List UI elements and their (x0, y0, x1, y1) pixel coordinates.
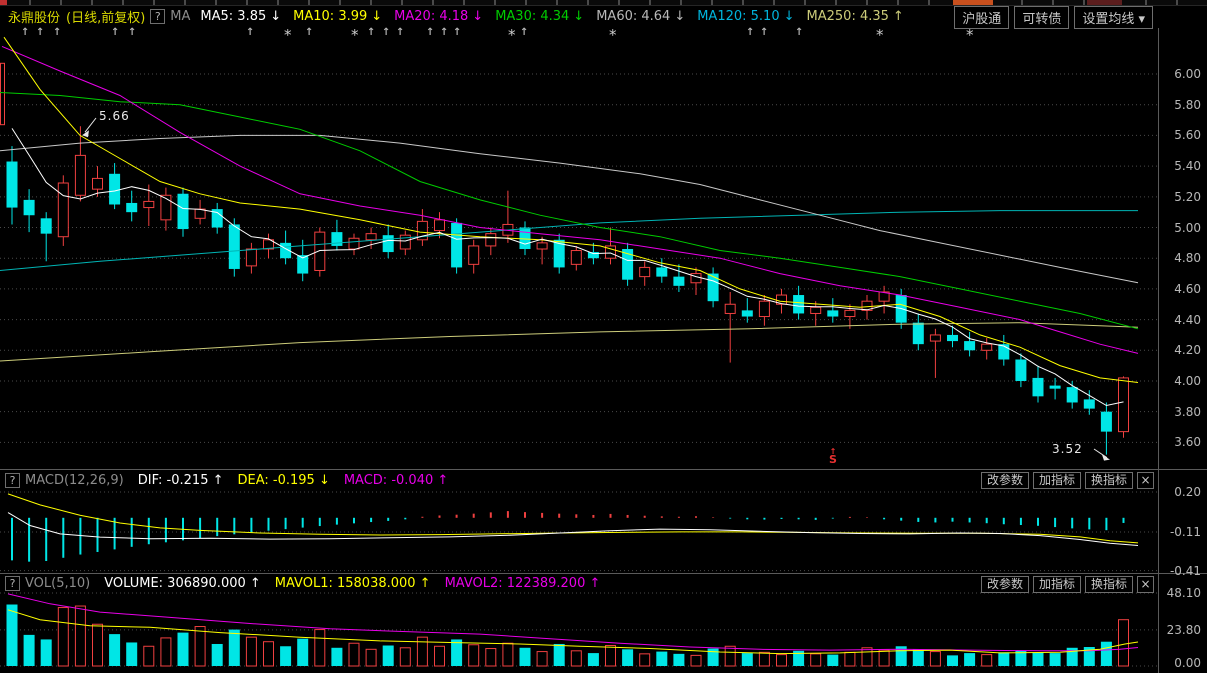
macd-axis-label: -0.41 (1170, 564, 1201, 578)
panel-button[interactable]: 加指标 (1033, 576, 1081, 593)
price-axis-label: 3.80 (1174, 405, 1201, 419)
event-arrow-icon: ↑ (382, 27, 390, 38)
high-price-annotation: 5.66 (99, 109, 130, 123)
price-axis-label: 6.00 (1174, 67, 1201, 81)
event-arrow-icon: ↑ (426, 27, 434, 38)
panel-button[interactable]: 换指标 (1085, 472, 1133, 489)
macd-stats: DIF: -0.215 ↑ DEA: -0.195 ↓ MACD: -0.040 ↑ (138, 473, 463, 488)
macd-panel-header: ? MACD(12,26,9) DIF: -0.215 ↑ DEA: -0.195… (0, 471, 1158, 489)
vol-axis-label: 0.00 (1174, 656, 1201, 670)
event-arrow-icon: ↑ (128, 27, 136, 38)
event-arrow-icon: ↑ (746, 27, 754, 38)
macd-histogram[interactable] (8, 494, 1138, 562)
event-arrow-icon: ↑ (53, 27, 61, 38)
panel-button[interactable]: 加指标 (1033, 472, 1081, 489)
vol-indicator-title: VOL(5,10) (25, 576, 90, 591)
vol-axis-label: 48.10 (1167, 586, 1201, 600)
price-axis-label: 4.80 (1174, 251, 1201, 265)
event-arrow-icon: ↑ (520, 27, 528, 38)
event-arrow-icon: ↑ (795, 27, 803, 38)
macd-axis-label: -0.11 (1170, 525, 1201, 539)
price-axis-label: 5.00 (1174, 221, 1201, 235)
price-axis-label: 5.20 (1174, 190, 1201, 204)
help-icon[interactable]: ? (5, 473, 20, 488)
vol-stats: VOLUME: 306890.000 ↑ MAVOL1: 158038.000 ↑… (104, 576, 614, 591)
event-arrow-icon: ↑ (760, 27, 768, 38)
low-price-annotation: 3.52 (1052, 442, 1083, 456)
price-axis-label: 3.60 (1174, 435, 1201, 449)
event-arrow-icon: ↑ (367, 27, 375, 38)
help-icon[interactable]: ? (5, 576, 20, 591)
indicator-value: DIF: -0.215 ↑ (138, 473, 224, 488)
macd-axis-label: 0.20 (1174, 485, 1201, 499)
price-axis-label: 4.40 (1174, 313, 1201, 327)
event-star-icon: * (609, 26, 617, 44)
macd-panel-buttons: 改参数加指标换指标× (981, 472, 1154, 489)
chart-canvas[interactable] (0, 0, 1207, 673)
event-arrow-icon: ↑ (21, 27, 29, 38)
event-arrow-icon: ↑ (36, 27, 44, 38)
vol-axis-label: 23.80 (1167, 623, 1201, 637)
price-axis-label: 4.20 (1174, 343, 1201, 357)
panel-button[interactable]: 改参数 (981, 472, 1029, 489)
indicator-value: MAVOL1: 158038.000 ↑ (275, 576, 431, 591)
price-axis-label: 4.00 (1174, 374, 1201, 388)
event-arrow-icon: ↑ (111, 27, 119, 38)
price-axis-label: 4.60 (1174, 282, 1201, 296)
price-axis-label: 5.40 (1174, 159, 1201, 173)
candlestick-series[interactable] (1, 63, 1129, 454)
price-axis-label: 5.80 (1174, 98, 1201, 112)
close-icon[interactable]: × (1137, 576, 1154, 593)
indicator-value: VOLUME: 306890.000 ↑ (104, 576, 261, 591)
panel-button[interactable]: 改参数 (981, 576, 1029, 593)
event-arrow-icon: ↑ (305, 27, 313, 38)
event-star-icon: * (966, 26, 974, 44)
sell-signal-marker: ↑S (826, 448, 840, 464)
indicator-value: DEA: -0.195 ↓ (238, 473, 330, 488)
event-arrow-icon: ↑ (440, 27, 448, 38)
stock-app-window: { "topbar": { "stock_name": "永鼎股份", "per… (0, 0, 1207, 673)
indicator-value: MACD: -0.040 ↑ (344, 473, 448, 488)
event-arrow-icon: ↑ (453, 27, 461, 38)
event-arrow-icon: ↑ (246, 27, 254, 38)
event-star-icon: * (284, 26, 292, 44)
price-axis-label: 5.60 (1174, 128, 1201, 142)
indicator-value: MAVOL2: 122389.200 ↑ (445, 576, 601, 591)
event-star-icon: * (508, 26, 516, 44)
vol-panel-header: ? VOL(5,10) VOLUME: 306890.000 ↑ MAVOL1: … (0, 575, 1158, 591)
vol-panel-buttons: 改参数加指标换指标× (981, 576, 1154, 593)
close-icon[interactable]: × (1137, 472, 1154, 489)
macd-indicator-title: MACD(12,26,9) (25, 473, 124, 488)
event-arrow-icon: ↑ (396, 27, 404, 38)
event-star-icon: * (876, 26, 884, 44)
event-star-icon: * (351, 26, 359, 44)
panel-button[interactable]: 换指标 (1085, 576, 1133, 593)
